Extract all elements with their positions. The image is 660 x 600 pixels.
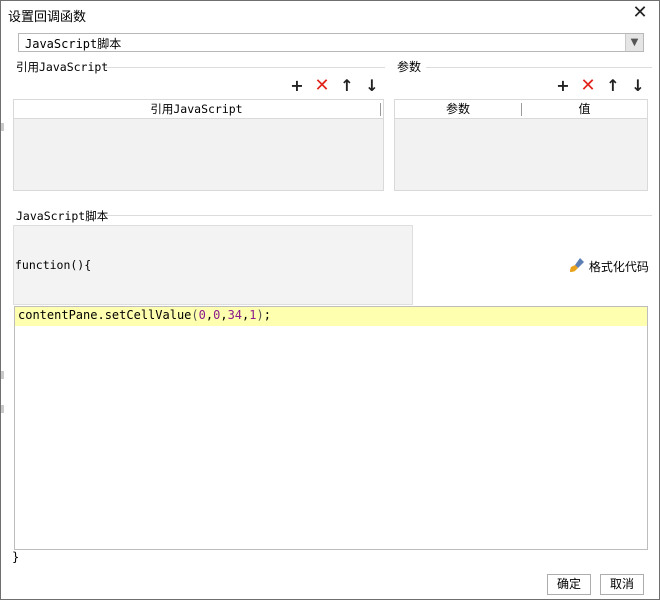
reference-js-table-header: 引用JavaScript (14, 100, 383, 119)
format-code-button[interactable]: 格式化代码 (569, 257, 649, 275)
delete-icon[interactable]: ✕ (314, 77, 330, 95)
js-script-label: JavaScript脚本 (16, 209, 109, 223)
reference-js-label: 引用JavaScript (16, 60, 109, 74)
reference-js-column-header[interactable]: 引用JavaScript (14, 100, 379, 119)
brush-icon (569, 257, 585, 276)
edge-mark (1, 371, 4, 379)
arrow-down-icon[interactable]: ↓ (364, 77, 380, 95)
reference-js-divider (105, 67, 385, 68)
reference-js-toolbar: + ✕ ↑ ↓ (289, 77, 385, 95)
function-header: function(){ (15, 258, 92, 272)
params-divider (426, 67, 652, 68)
js-script-divider (105, 215, 652, 216)
params-label: 参数 (397, 60, 422, 74)
code-editor[interactable]: contentPane.setCellValue(0,0,34,1); (14, 306, 648, 550)
cancel-button[interactable]: 取消 (600, 574, 644, 595)
add-icon[interactable]: + (289, 77, 305, 95)
arrow-up-icon[interactable]: ↑ (605, 77, 621, 95)
arrow-down-icon[interactable]: ↓ (630, 77, 646, 95)
add-icon[interactable]: + (555, 77, 571, 95)
code-line: contentPane.setCellValue(0,0,34,1); (18, 308, 271, 322)
callback-dialog: 设置回调函数 ✕ JavaScript脚本 ▼ 引用JavaScript + ✕… (0, 0, 660, 600)
param-value-column-header[interactable]: 值 (522, 100, 647, 119)
edge-mark (1, 405, 4, 413)
ok-button[interactable]: 确定 (547, 574, 591, 595)
arrow-up-icon[interactable]: ↑ (339, 77, 355, 95)
chevron-down-icon[interactable]: ▼ (625, 34, 643, 51)
reference-js-table[interactable]: 引用JavaScript (13, 99, 384, 191)
column-separator (380, 103, 381, 116)
dialog-titlebar: 设置回调函数 ✕ (1, 1, 659, 27)
params-table[interactable]: 参数 值 (394, 99, 648, 191)
format-code-label: 格式化代码 (588, 260, 649, 274)
param-name-column-header[interactable]: 参数 (395, 100, 521, 119)
closing-brace: } (12, 550, 20, 564)
edge-mark (1, 123, 4, 131)
script-type-value: JavaScript脚本 (25, 37, 122, 51)
params-table-header: 参数 值 (395, 100, 647, 119)
dialog-title: 设置回调函数 (8, 10, 87, 25)
delete-icon[interactable]: ✕ (580, 77, 596, 95)
params-toolbar: + ✕ ↑ ↓ (555, 77, 651, 95)
script-type-select[interactable]: JavaScript脚本 ▼ (18, 33, 644, 52)
function-header-box: function(){ (13, 225, 413, 305)
close-icon[interactable]: ✕ (631, 4, 649, 22)
